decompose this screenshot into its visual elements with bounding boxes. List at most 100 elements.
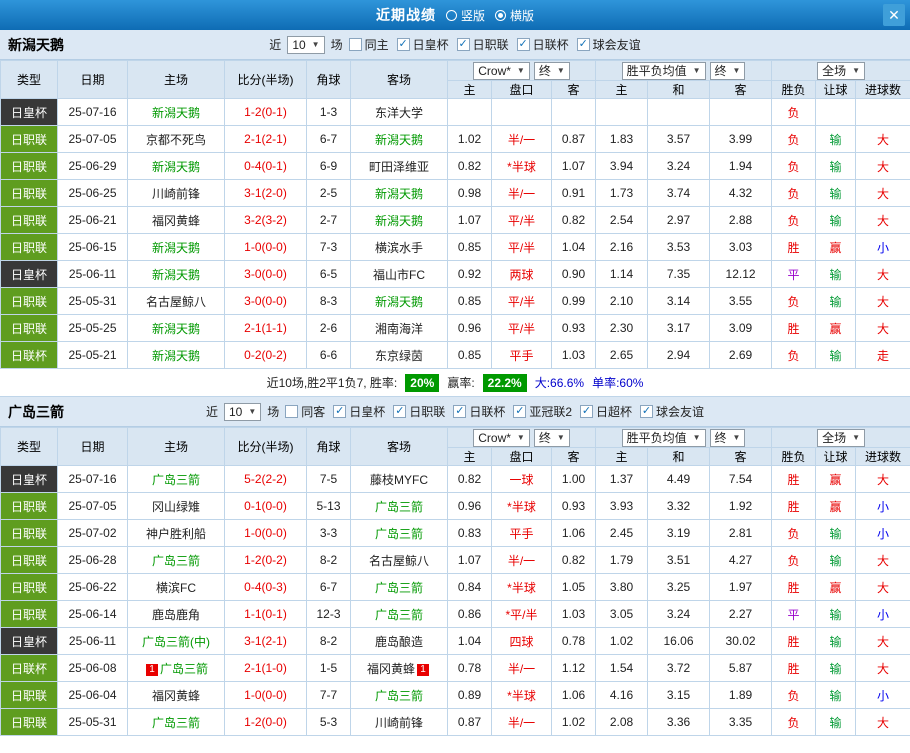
away-team-name: 广岛三箭 xyxy=(374,607,423,622)
filter-checkbox[interactable]: 同主 xyxy=(348,36,389,53)
chevron-down-icon: ▼ xyxy=(732,66,741,75)
big-rate-stat: 大:66.6% xyxy=(534,376,585,390)
filter-checkbox[interactable]: ✓ 日皇杯 xyxy=(333,403,385,420)
filter-checkbox[interactable]: ✓ 日皇杯 xyxy=(396,36,449,53)
checkbox-checked-icon[interactable]: ✓ xyxy=(640,405,654,418)
asian-handicap-cell: *半球 xyxy=(491,573,552,601)
filter-checkbox-label: 日皇杯 xyxy=(412,38,449,52)
asian-handicap-cell: 半/一 xyxy=(491,179,552,207)
score-cell: 2-1(1-1) xyxy=(224,314,307,342)
filter-checkbox[interactable]: ✓ 亚冠联2 xyxy=(513,403,572,420)
europe-draw-odds-cell: 3.51 xyxy=(647,546,711,574)
europe-draw-odds-cell: 3.14 xyxy=(647,287,711,315)
result-cell: 平 xyxy=(771,260,817,288)
home-team-name: 新潟天鹅 xyxy=(151,240,200,255)
handicap-result-cell: 输 xyxy=(815,600,857,628)
home-team-name: 鹿岛鹿角 xyxy=(151,607,200,622)
corner-cell: 8-3 xyxy=(306,287,351,315)
close-icon[interactable]: ✕ xyxy=(883,4,905,26)
corner-cell: 2-7 xyxy=(306,206,351,234)
filter-checkbox[interactable]: ✓ 日职联 xyxy=(456,36,509,53)
checkbox-checked-icon[interactable]: ✓ xyxy=(513,405,527,418)
filter-checkbox[interactable]: ✓ 球会友谊 xyxy=(640,403,704,420)
match-date-cell: 25-06-11 xyxy=(57,627,128,655)
checkbox-checked-icon[interactable]: ✓ xyxy=(453,405,467,418)
filter-checkbox[interactable]: ✓ 球会友谊 xyxy=(576,36,641,53)
match-row: 日职联 25-05-31 名古屋鲸八 3-0(0-0) 8-3 新潟天鹅 0.85 平/半 0.… xyxy=(0,287,910,315)
match-type-cell: 日职联 xyxy=(0,519,58,547)
home-team-cell: 福冈黄蜂 xyxy=(127,206,225,234)
checkbox-unchecked-icon[interactable] xyxy=(285,405,299,418)
score-cell: 0-2(0-2) xyxy=(224,341,307,369)
corner-cell: 8-2 xyxy=(306,546,351,574)
europe-odds-select[interactable]: 胜平负均值 ▼ xyxy=(621,428,706,447)
sub-header-draw-europe: 和 xyxy=(647,447,711,466)
col-header-away: 客场 xyxy=(350,60,448,99)
scope-select[interactable]: 全场 ▼ xyxy=(817,428,866,447)
odds-company-select[interactable]: Crow* ▼ xyxy=(473,61,530,80)
asian-away-odds-cell: 1.03 xyxy=(550,600,597,628)
layout-horizontal-radio[interactable]: 横版 xyxy=(495,7,534,24)
handicap-result-cell: 输 xyxy=(815,287,857,315)
filter-checkbox[interactable]: 同客 xyxy=(285,403,325,420)
match-type-cell: 日职联 xyxy=(0,600,58,628)
filter-checkbox[interactable]: ✓ 日职联 xyxy=(393,403,445,420)
col-header-home: 主场 xyxy=(127,427,225,466)
chevron-down-icon: ▼ xyxy=(556,66,565,75)
checkbox-checked-icon[interactable]: ✓ xyxy=(456,38,470,51)
europe-odds-select[interactable]: 胜平负均值 ▼ xyxy=(621,61,706,80)
asian-away-odds-cell: 1.03 xyxy=(550,341,597,369)
match-type-cell: 日联杯 xyxy=(0,341,58,369)
away-team-cell: 新潟天鹅 xyxy=(350,179,448,207)
checkbox-checked-icon[interactable]: ✓ xyxy=(580,405,594,418)
scope-select[interactable]: 全场 ▼ xyxy=(817,61,866,80)
corner-cell: 8-2 xyxy=(306,627,351,655)
checkbox-checked-icon[interactable]: ✓ xyxy=(396,38,410,51)
layout-vertical-radio[interactable]: 竖版 xyxy=(445,7,485,24)
asian-away-odds-cell: 1.05 xyxy=(550,573,597,601)
filter-checkbox-label: 日职联 xyxy=(409,405,446,419)
checkbox-unchecked-icon[interactable] xyxy=(348,38,362,51)
filter-checkbox[interactable]: ✓ 日超杯 xyxy=(580,403,632,420)
match-type-cell: 日职联 xyxy=(0,125,58,153)
home-team-cell: 名古屋鲸八 xyxy=(127,287,225,315)
europe-away-odds-cell: 7.54 xyxy=(709,465,773,493)
asian-handicap-cell: 平/半 xyxy=(491,233,552,261)
match-count-select[interactable]: 10 ▼ xyxy=(223,402,262,421)
europe-final-select[interactable]: 终 ▼ xyxy=(709,428,746,447)
home-team-cell: 新潟天鹅 xyxy=(127,314,225,342)
corner-cell: 12-3 xyxy=(306,600,351,628)
away-team-name: 名古屋鲸八 xyxy=(368,553,429,568)
match-date-cell: 25-06-21 xyxy=(57,206,128,234)
home-team-cell: 新潟天鹅 xyxy=(127,260,225,288)
away-team-cell: 川崎前锋 xyxy=(350,708,448,736)
filter-checkbox[interactable]: ✓ 日联杯 xyxy=(453,403,505,420)
chevron-down-icon: ▼ xyxy=(311,40,320,49)
sub-header-home-europe: 主 xyxy=(595,447,649,466)
odds-final-select[interactable]: 终 ▼ xyxy=(533,61,570,80)
home-team-cell: 川崎前锋 xyxy=(127,179,225,207)
match-row: 日皇杯 25-07-16 新潟天鹅 1-2(0-1) 1-3 东洋大学 负 xyxy=(0,98,910,126)
asian-away-odds-cell: 1.02 xyxy=(550,708,597,736)
filter-checkbox[interactable]: ✓ 日联杯 xyxy=(516,36,569,53)
asian-odds-header: Crow* ▼ 终 ▼ xyxy=(446,60,597,81)
asian-handicap-cell: 平/半 xyxy=(491,206,552,234)
checkbox-checked-icon[interactable]: ✓ xyxy=(333,405,347,418)
away-team-name: 鹿岛酿造 xyxy=(374,634,423,649)
sub-header-goals: 进球数 xyxy=(855,447,910,466)
match-count-select[interactable]: 10 ▼ xyxy=(287,35,325,54)
goals-result-cell: 大 xyxy=(855,546,910,574)
odds-company-select[interactable]: Crow* ▼ xyxy=(473,428,530,447)
checkbox-checked-icon[interactable]: ✓ xyxy=(516,38,530,51)
asian-home-odds-cell: 1.07 xyxy=(447,206,492,234)
sub-header-handicap-result: 让球 xyxy=(815,80,857,99)
europe-home-odds-cell: 2.65 xyxy=(595,341,649,369)
odds-final-select[interactable]: 终 ▼ xyxy=(533,428,570,447)
asian-home-odds-cell: 1.02 xyxy=(447,125,492,153)
home-team-name: 广岛三箭 xyxy=(151,472,200,487)
checkbox-checked-icon[interactable]: ✓ xyxy=(576,38,590,51)
europe-final-select[interactable]: 终 ▼ xyxy=(709,61,746,80)
asian-away-odds-cell: 0.99 xyxy=(550,287,597,315)
asian-away-odds-cell: 0.82 xyxy=(550,206,597,234)
checkbox-checked-icon[interactable]: ✓ xyxy=(393,405,407,418)
